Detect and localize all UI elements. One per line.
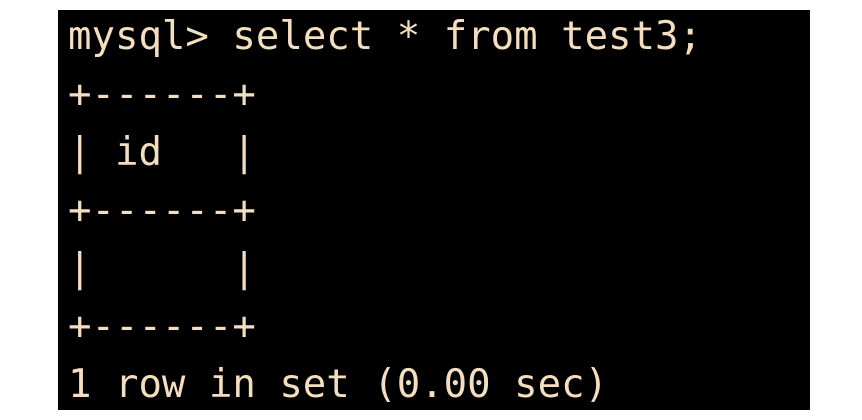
table-border-top: +------+ <box>68 72 256 117</box>
command-line: mysql> select * from test3; <box>68 10 702 66</box>
table-data-row: | | <box>68 246 256 291</box>
result-summary: 1 row in set (0.00 sec) <box>68 362 609 407</box>
table-border-middle: +------+ <box>68 188 256 233</box>
mysql-prompt: mysql> <box>68 14 209 59</box>
terminal-window[interactable]: mysql> select * from test3; +------+ | i… <box>58 10 810 410</box>
sql-command: select * from test3; <box>232 14 702 59</box>
table-border-bottom: +------+ <box>68 304 256 349</box>
table-header-row: | id | <box>68 130 256 175</box>
